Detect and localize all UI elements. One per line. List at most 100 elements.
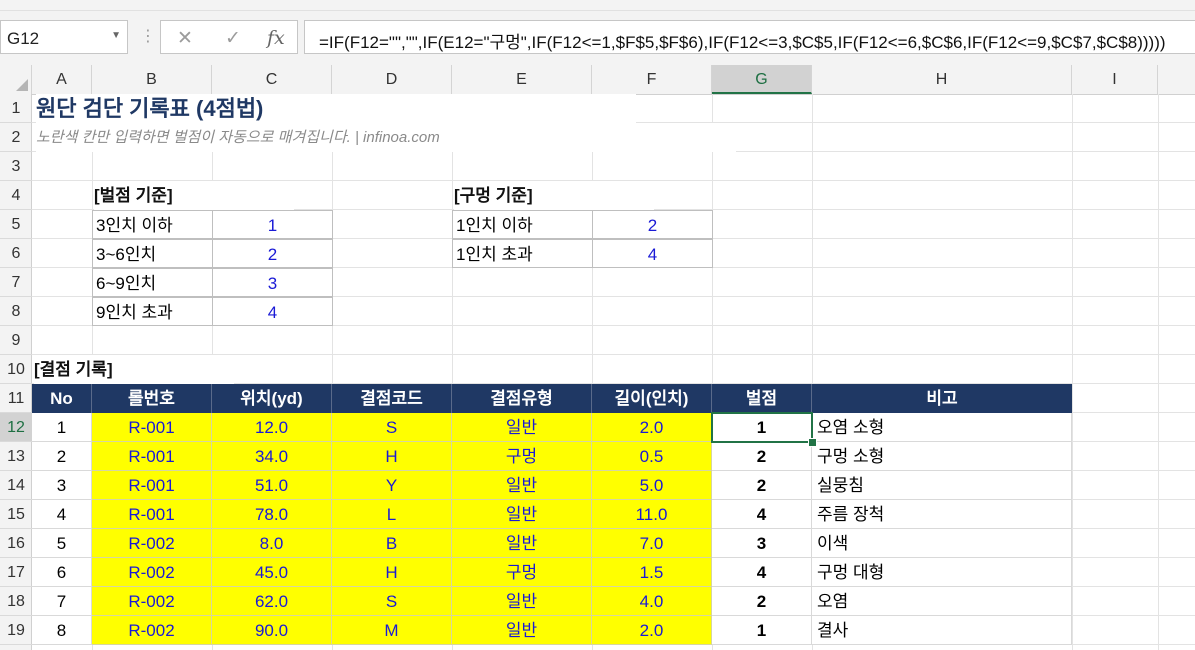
row-header[interactable]: 4 <box>0 181 32 210</box>
row-header[interactable]: 15 <box>0 500 32 529</box>
cell-position[interactable]: 12.0 <box>212 413 332 442</box>
cell-no[interactable]: 1 <box>32 413 92 442</box>
chevron-down-icon[interactable]: ▼ <box>111 30 121 41</box>
hole-criteria-header[interactable]: [구멍 기준] <box>454 181 654 210</box>
cell-note[interactable]: 구멍 소형 <box>812 442 1072 471</box>
table-header-points[interactable]: 벌점 <box>712 384 812 413</box>
cell-note[interactable]: 결사 <box>812 616 1072 645</box>
worksheet-grid[interactable]: 원단 검단 기록표 (4점법) 노란색 칸만 입력하면 벌점이 자동으로 매겨집… <box>32 94 1195 650</box>
row-header[interactable]: 3 <box>0 152 32 181</box>
cell-note[interactable]: 이색 <box>812 529 1072 558</box>
cell-roll[interactable]: R-002 <box>92 529 212 558</box>
cell-position[interactable]: 51.0 <box>212 471 332 500</box>
hole-value-cell[interactable]: 4 <box>592 239 713 268</box>
cell-points[interactable]: 2 <box>712 587 812 616</box>
cell-code[interactable]: S <box>332 587 452 616</box>
column-header-g[interactable]: G <box>712 65 812 94</box>
penalty-value-cell[interactable]: 4 <box>212 297 333 326</box>
cell-no[interactable]: 4 <box>32 500 92 529</box>
cell-type[interactable]: 일반 <box>452 500 592 529</box>
cell-code[interactable]: M <box>332 616 452 645</box>
cell-code[interactable]: H <box>332 558 452 587</box>
row-header[interactable]: 13 <box>0 442 32 471</box>
cell-no[interactable]: 8 <box>32 616 92 645</box>
hole-value-cell[interactable]: 2 <box>592 210 713 239</box>
table-header-note[interactable]: 비고 <box>812 384 1072 413</box>
penalty-value-cell[interactable]: 2 <box>212 239 333 268</box>
cell-no[interactable]: 5 <box>32 529 92 558</box>
penalty-value-cell[interactable]: 1 <box>212 210 333 239</box>
cell-points[interactable]: 1 <box>712 616 812 645</box>
row-header[interactable]: 16 <box>0 529 32 558</box>
row-header[interactable]: 19 <box>0 616 32 645</box>
row-header[interactable]: 10 <box>0 355 32 384</box>
formula-input[interactable]: =IF(F12="","",IF(E12="구멍",IF(F12<=1,$F$5… <box>304 20 1195 54</box>
cell-note[interactable]: 실뭉침 <box>812 471 1072 500</box>
cell-code[interactable]: Y <box>332 471 452 500</box>
cell-type[interactable]: 구멍 <box>452 558 592 587</box>
row-header[interactable]: 7 <box>0 268 32 297</box>
column-header-f[interactable]: F <box>592 65 712 94</box>
cell-position[interactable]: 34.0 <box>212 442 332 471</box>
defect-log-header[interactable]: [결점 기록] <box>34 355 234 384</box>
sheet-title[interactable]: 원단 검단 기록표 (4점법) <box>36 94 636 123</box>
drag-handle-icon[interactable]: ⋮ <box>140 26 156 46</box>
row-header[interactable]: 12 <box>0 413 32 442</box>
cell-roll[interactable]: R-002 <box>92 558 212 587</box>
penalty-label-cell[interactable]: 6~9인치 <box>92 268 213 297</box>
cell-length[interactable]: 7.0 <box>592 529 712 558</box>
row-header[interactable]: 8 <box>0 297 32 326</box>
penalty-criteria-header[interactable]: [벌점 기준] <box>94 181 294 210</box>
cell-no[interactable]: 7 <box>32 587 92 616</box>
cell-points[interactable]: 2 <box>712 471 812 500</box>
cell-type[interactable]: 일반 <box>452 413 592 442</box>
cell-note[interactable]: 주름 장척 <box>812 500 1072 529</box>
column-header-a[interactable]: A <box>32 65 92 94</box>
cell-roll[interactable]: R-001 <box>92 442 212 471</box>
cell-length[interactable]: 2.0 <box>592 413 712 442</box>
cell-type[interactable]: 일반 <box>452 587 592 616</box>
column-header-i[interactable]: I <box>1072 65 1158 94</box>
cell-position[interactable]: 8.0 <box>212 529 332 558</box>
fill-handle[interactable] <box>808 438 817 447</box>
row-header[interactable]: 6 <box>0 239 32 268</box>
cell-length[interactable]: 0.5 <box>592 442 712 471</box>
cell-code[interactable]: L <box>332 500 452 529</box>
name-box[interactable]: G12 ▼ <box>0 20 128 54</box>
penalty-label-cell[interactable]: 9인치 초과 <box>92 297 213 326</box>
check-icon[interactable]: ✓ <box>225 27 241 50</box>
row-header[interactable]: 11 <box>0 384 32 413</box>
table-header-position[interactable]: 위치(yd) <box>212 384 332 413</box>
cell-points[interactable]: 4 <box>712 558 812 587</box>
table-header-type[interactable]: 결점유형 <box>452 384 592 413</box>
cell-note[interactable]: 오염 <box>812 587 1072 616</box>
cell-type[interactable]: 일반 <box>452 471 592 500</box>
column-header-b[interactable]: B <box>92 65 212 94</box>
row-header[interactable]: 9 <box>0 326 32 355</box>
fx-icon[interactable]: fx <box>267 27 285 49</box>
cell-type[interactable]: 구멍 <box>452 442 592 471</box>
penalty-label-cell[interactable]: 3인치 이하 <box>92 210 213 239</box>
column-header-e[interactable]: E <box>452 65 592 94</box>
cell-roll[interactable]: R-001 <box>92 471 212 500</box>
cell-type[interactable]: 일반 <box>452 616 592 645</box>
cell-length[interactable]: 1.5 <box>592 558 712 587</box>
cell-no[interactable]: 6 <box>32 558 92 587</box>
cell-code[interactable]: S <box>332 413 452 442</box>
cell-position[interactable]: 45.0 <box>212 558 332 587</box>
column-header-d[interactable]: D <box>332 65 452 94</box>
table-header-length[interactable]: 길이(인치) <box>592 384 712 413</box>
cell-length[interactable]: 5.0 <box>592 471 712 500</box>
cell-no[interactable]: 3 <box>32 471 92 500</box>
cell-points[interactable]: 2 <box>712 442 812 471</box>
cell-note[interactable]: 오염 소형 <box>812 413 1072 442</box>
hole-label-cell[interactable]: 1인치 초과 <box>452 239 593 268</box>
row-header[interactable]: 5 <box>0 210 32 239</box>
cell-code[interactable]: H <box>332 442 452 471</box>
cancel-icon[interactable]: ✕ <box>177 27 193 50</box>
cell-length[interactable]: 11.0 <box>592 500 712 529</box>
row-header[interactable]: 1 <box>0 94 32 123</box>
row-header[interactable]: 18 <box>0 587 32 616</box>
table-header-code[interactable]: 결점코드 <box>332 384 452 413</box>
cell-code[interactable]: B <box>332 529 452 558</box>
